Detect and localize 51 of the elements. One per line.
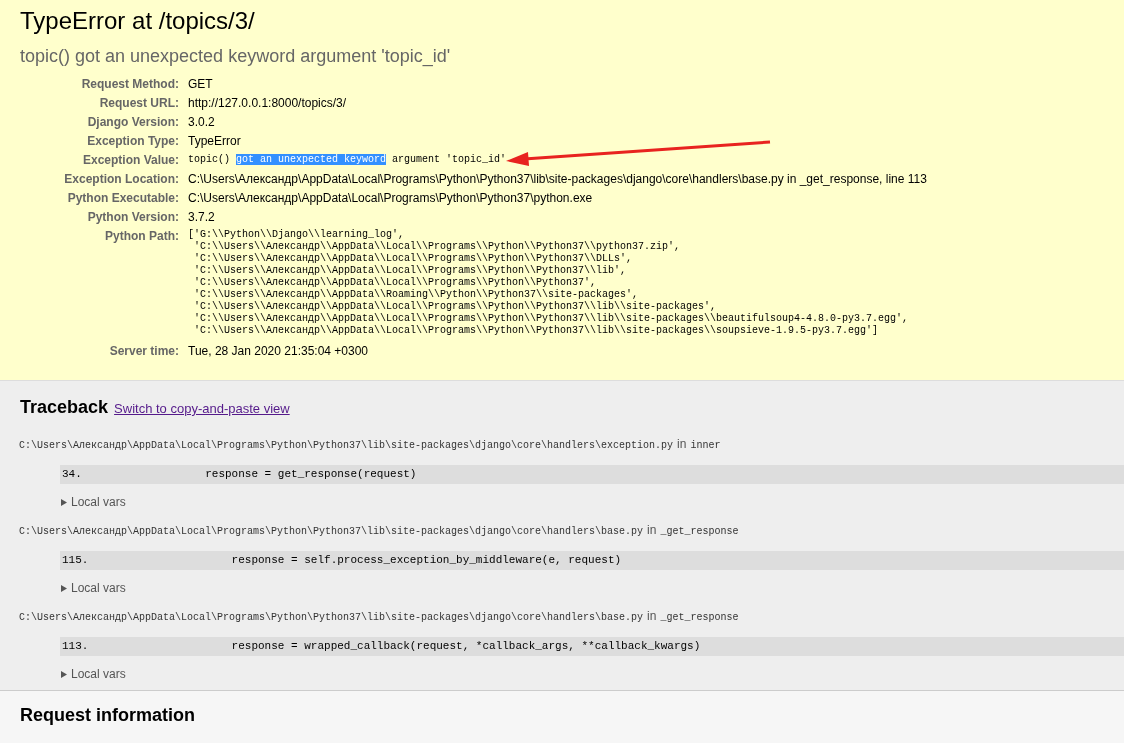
meta-label: Exception Type: [86, 133, 179, 149]
function-name: _get_response [660, 525, 739, 539]
file-path: C:\Users\Александр\AppData\Local\Programs\Python\Python37\lib\site-packages\django\core\handlers\exception.py [19, 439, 674, 453]
in-label: in [677, 436, 687, 453]
file-path: C:\Users\Александр\AppData\Local\Programs\Python\Python37\lib\site-packages\django\core\handlers\base.py [19, 525, 644, 539]
meta-label: Request URL: [98, 95, 179, 111]
page-title: TypeError at /topics/3/ [20, 6, 256, 36]
local-vars-toggle[interactable]: Local vars [61, 665, 126, 683]
meta-value: 3.7.2 [188, 209, 216, 225]
local-vars-toggle[interactable]: Local vars [61, 493, 126, 511]
meta-value: C:\Users\Александр\AppData\Local\Programs\Python\Python37\lib\site-packages\django\core\handlers\base.py in _get_response, line 113 [188, 171, 928, 187]
meta-label: Python Path: [104, 228, 179, 245]
function-name: inner [690, 439, 721, 453]
meta-label: Python Version: [86, 209, 179, 225]
meta-value: TypeError [188, 133, 242, 149]
meta-label: Python Executable: [66, 190, 179, 206]
meta-value: http://127.0.0.1:8000/topics/3/ [188, 95, 348, 111]
meta-value: 3.0.2 [188, 114, 216, 130]
section-title: Request information [20, 704, 196, 727]
path-line: 'C:\\Users\\Александр\\AppData\\Local\\Programs\\Python\\Python37\\python37.zip', [193, 241, 682, 253]
meta-label: Exception Location: [63, 171, 179, 187]
code-text: response = wrapped_callback(request, *callback_args, **callback_kwargs) [230, 639, 701, 655]
line-number: 115. [62, 553, 90, 569]
meta-label: Request Method: [80, 76, 179, 92]
meta-value: Tue, 28 Jan 2020 21:35:04 +0300 [188, 343, 370, 359]
path-line: 'C:\\Users\\Александр\\AppData\\Local\\Programs\\Python\\Python37\\lib\\site-packages\\soupsieve-1.9.5-py3.7.egg'] [193, 325, 880, 337]
function-name: _get_response [660, 611, 739, 625]
path-line: ['G:\\Python\\Django\\learning_log', [188, 229, 406, 241]
file-path: C:\Users\Александр\AppData\Local\Programs\Python\Python37\lib\site-packages\django\core\handlers\base.py [19, 611, 644, 625]
path-line: 'C:\\Users\\Александр\\AppData\\Local\\Programs\\Python\\Python37\\DLLs', [193, 253, 634, 265]
path-line: 'C:\\Users\\Александр\\AppData\\Roaming\\Python\\Python37\\site-packages', [193, 289, 640, 301]
local-vars-toggle[interactable]: Local vars [61, 579, 126, 597]
exception-value: topic() got an unexpected keyword argument 'topic_id' [188, 153, 508, 167]
meta-label: Exception Value: [81, 152, 179, 168]
meta-value: GET [188, 76, 214, 92]
path-line: 'C:\\Users\\Александр\\AppData\\Local\\Programs\\Python\\Python37', [193, 277, 598, 289]
code-text: response = get_response(request) [204, 467, 417, 483]
line-number: 34. [62, 467, 83, 483]
section-title: Traceback [20, 396, 109, 419]
meta-label: Django Version: [86, 114, 179, 130]
line-number: 113. [62, 639, 90, 655]
in-label: in [647, 608, 657, 625]
meta-value: C:\Users\Александр\AppData\Local\Programs\Python\Python37\python.exe [188, 190, 594, 206]
in-label: in [647, 522, 657, 539]
meta-label: Server time: [108, 343, 179, 359]
path-line: 'C:\\Users\\Александр\\AppData\\Local\\Programs\\Python\\Python37\\lib\\site-packages', [193, 301, 718, 313]
path-line: 'C:\\Users\\Александр\\AppData\\Local\\Programs\\Python\\Python37\\lib\\site-packages\\beautifulsoup4-4.8.0-py3.7.egg', [193, 313, 910, 325]
error-message: topic() got an unexpected keyword argument 'topic_id' [20, 45, 452, 68]
path-line: 'C:\\Users\\Александр\\AppData\\Local\\Programs\\Python\\Python37\\lib', [193, 265, 628, 277]
code-text: response = self.process_exception_by_middleware(e, request) [230, 553, 622, 569]
switch-view-link[interactable]: Switch to copy-and-paste view [114, 399, 290, 419]
